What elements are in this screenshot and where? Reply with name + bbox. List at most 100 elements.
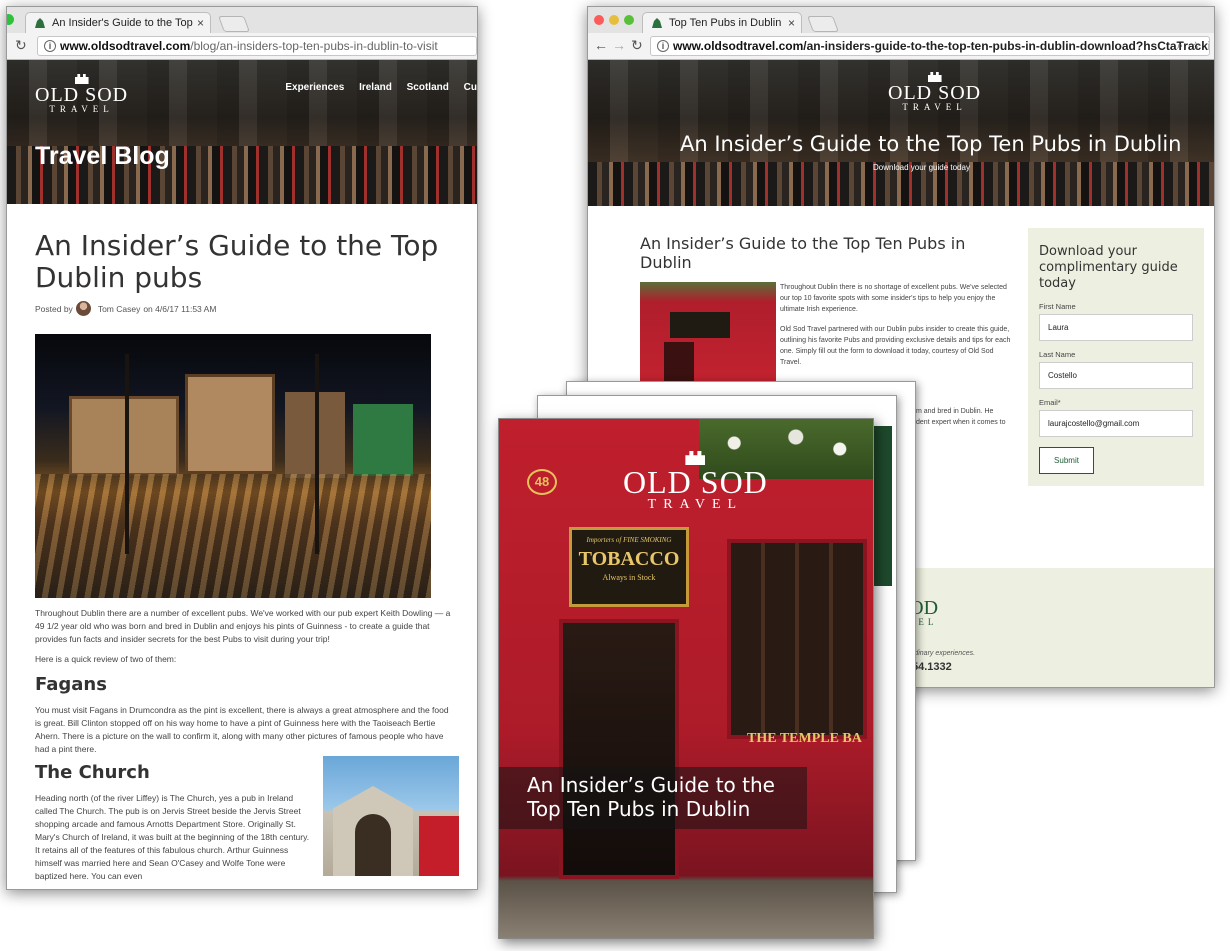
info-icon[interactable]: i: [44, 40, 56, 52]
left-browser-chrome: An Insider's Guide to the Top × ↻ i www.…: [7, 7, 477, 60]
window-zoom-dot[interactable]: [7, 14, 14, 25]
email-group: Email* laurajcostello@gmail.com: [1039, 398, 1193, 437]
right-tab-strip: Top Ten Pubs in Dublin ×: [588, 7, 1214, 34]
landing-para-3-fragment: m and bred in Dublin. He: [916, 408, 994, 415]
submit-button[interactable]: Submit: [1039, 447, 1094, 474]
reload-icon[interactable]: ↻: [15, 37, 27, 54]
temple-bar-sign: THE TEMPLE BA: [747, 731, 862, 746]
old-sod-favicon: [652, 18, 662, 28]
guide-cover: 48 OLD SOD TRAVEL Importers of FINE SMOK…: [498, 418, 874, 939]
close-tab-icon[interactable]: ×: [197, 13, 204, 33]
author-avatar[interactable]: [75, 301, 91, 316]
email-input[interactable]: laurajcostello@gmail.com: [1039, 410, 1193, 437]
url-path: /blog/an-insiders-top-ten-pubs-in-dublin…: [190, 39, 438, 53]
left-url-field[interactable]: i www.oldsodtravel.com/blog/an-insiders-…: [37, 36, 477, 56]
footer-phone[interactable]: 54.1332: [912, 661, 952, 673]
email-label: Email*: [1039, 398, 1061, 407]
castle-logo-icon: [927, 72, 942, 82]
pub-thumbnail: [640, 282, 776, 382]
post-date: on 4/6/17 11:53 AM: [143, 303, 217, 314]
right-url-field[interactable]: i www.oldsodtravel.com/an-insiders-guide…: [650, 36, 1210, 56]
forward-icon[interactable]: →: [612, 37, 626, 53]
last-name-label: Last Name: [1039, 350, 1076, 359]
fagans-paragraph: You must visit Fagans in Drumcondra as t…: [35, 705, 449, 754]
new-tab-button[interactable]: [218, 16, 250, 32]
url-domain: www.oldsodtravel.com: [60, 39, 191, 53]
right-address-bar-row: ← → ↻ i www.oldsodtravel.com/an-insiders…: [588, 33, 1214, 59]
castle-logo-icon: [685, 451, 706, 465]
nav-experiences[interactable]: Experiences: [285, 82, 344, 93]
close-tab-icon[interactable]: ×: [788, 13, 795, 33]
tobacco-sign-small: Importers of FINE SMOKING: [586, 536, 672, 544]
intro-paragraph: Throughout Dublin there are a number of …: [35, 608, 451, 644]
left-address-bar-row: ↻ i www.oldsodtravel.com/blog/an-insider…: [7, 33, 477, 59]
url-domain: www.oldsodtravel.com: [673, 39, 804, 53]
minimize-window-dot[interactable]: [609, 15, 619, 25]
cover-logo-line2: TRAVEL: [647, 497, 744, 512]
first-name-input[interactable]: Laura: [1039, 314, 1193, 341]
landing-hero: OLD SOD TRAVEL An Insider’s Guide to the…: [588, 60, 1214, 206]
logo-line1: OLD SOD: [888, 82, 982, 104]
posted-by-label: Posted by: [35, 303, 73, 314]
logo-line2: TRAVEL: [49, 104, 114, 114]
nav-scotland[interactable]: Scotland: [407, 82, 449, 93]
landing-para-4-fragment: dent expert when it comes to: [916, 419, 1006, 426]
nav-ireland[interactable]: Ireland: [359, 82, 392, 93]
form-title: Download your complimentary guide today: [1039, 244, 1178, 291]
landing-hero-title: An Insider’s Guide to the Top Ten Pubs i…: [680, 132, 1182, 156]
site-logo[interactable]: OLD SOD TRAVEL: [35, 74, 128, 114]
download-form-panel: Download your complimentary guide today …: [1028, 228, 1204, 486]
blog-article: An Insider’s Guide to the Top Dublin pub…: [7, 204, 477, 883]
landing-para-1: Throughout Dublin there is no shortage o…: [780, 284, 1007, 313]
bookmark-star-icon[interactable]: ☆: [1190, 37, 1201, 55]
url-path: /an-insiders-guide-to-the-top-ten-pubs-i…: [803, 39, 1209, 53]
landing-para-2: Old Sod Travel partnered with our Dublin…: [780, 326, 1011, 366]
last-name-group: Last Name Costello: [1039, 350, 1193, 389]
back-icon[interactable]: ←: [594, 37, 608, 53]
temple-bar-night-photo: [35, 334, 431, 598]
logo-line2: TRAVEL: [902, 102, 967, 112]
tobacco-sign-big: TOBACCO: [578, 548, 680, 570]
church-section: The Church Heading north (of the river L…: [35, 756, 459, 883]
blog-hero-title: Travel Blog: [35, 142, 170, 170]
tab-title: Top Ten Pubs in Dublin: [669, 17, 782, 29]
cover-title: An Insider’s Guide to the Top Ten Pubs i…: [527, 773, 775, 821]
cover-logo: OLD SOD TRAVEL: [623, 451, 768, 512]
first-name-label: First Name: [1039, 302, 1076, 311]
landing-hero-subtitle: Download your guide today: [873, 163, 970, 172]
logo-line1: OLD SOD: [35, 84, 129, 106]
close-window-dot[interactable]: [594, 15, 604, 25]
author-name[interactable]: Tom Casey: [98, 304, 141, 314]
old-sod-favicon: [35, 18, 45, 28]
zoom-icon[interactable]: ⌕: [1177, 37, 1183, 55]
zoom-window-dot[interactable]: [624, 15, 634, 25]
main-nav: Experiences Ireland Scotland Cu: [285, 82, 477, 93]
right-browser-chrome: Top Ten Pubs in Dublin × ← → ↻ i www.old…: [588, 7, 1214, 60]
info-icon[interactable]: i: [657, 40, 669, 52]
left-blog-hero: OLD SOD TRAVEL Experiences Ireland Scotl…: [7, 60, 477, 204]
tab-title: An Insider's Guide to the Top: [52, 17, 193, 29]
cover-logo-line1: OLD SOD: [623, 464, 768, 500]
church-photo: [323, 756, 459, 876]
article-meta: Posted by Tom Casey on 4/6/17 11:53 AM: [35, 301, 459, 316]
site-logo[interactable]: OLD SOD TRAVEL: [888, 72, 981, 112]
right-active-tab[interactable]: Top Ten Pubs in Dublin ×: [642, 12, 802, 34]
reload-icon[interactable]: ↻: [631, 37, 643, 54]
church-paragraph: Heading north (of the river Liffey) is T…: [35, 793, 310, 881]
last-name-input[interactable]: Costello: [1039, 362, 1193, 389]
cover-window: [727, 539, 867, 739]
castle-logo-icon: [74, 74, 89, 84]
fagans-heading: Fagans: [35, 674, 107, 695]
left-active-tab[interactable]: An Insider's Guide to the Top ×: [25, 12, 211, 34]
footer-tagline: rdinary experiences.: [912, 650, 976, 657]
cover-title-band: An Insider’s Guide to the Top Ten Pubs i…: [499, 767, 807, 829]
left-tab-strip: An Insider's Guide to the Top ×: [7, 7, 477, 34]
article-title: An Insider’s Guide to the Top Dublin pub…: [35, 229, 439, 294]
quick-review-text: Here is a quick review of two of them:: [35, 654, 177, 664]
nav-cut-item[interactable]: Cu: [464, 82, 477, 93]
cover-door-number: 48: [527, 469, 557, 495]
tobacco-sign: Importers of FINE SMOKING TOBACCO Always…: [569, 527, 689, 607]
landing-content-title: An Insider’s Guide to the Top Ten Pubs i…: [640, 234, 966, 272]
new-tab-button[interactable]: [807, 16, 839, 32]
cover-doorway: [559, 619, 679, 879]
